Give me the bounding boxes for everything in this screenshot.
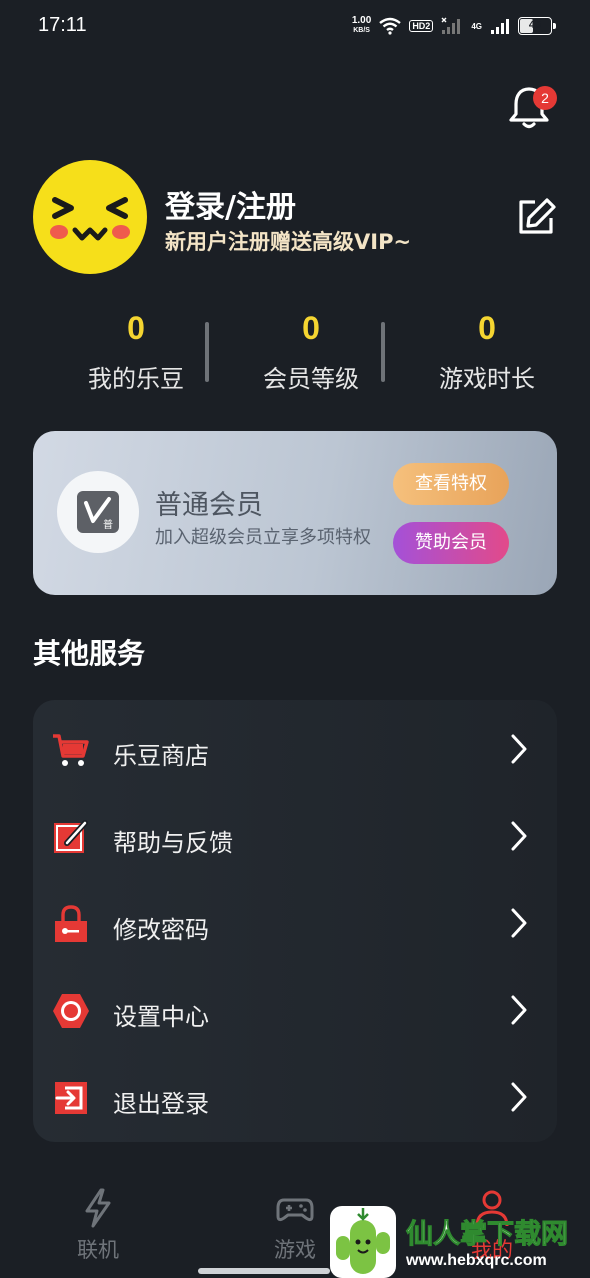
- cactus-logo-icon: [330, 1206, 396, 1278]
- signal-icon-sim2: [491, 19, 509, 34]
- stat-label: 我的乐豆: [88, 365, 184, 393]
- network-speed-unit: KB/S: [353, 27, 370, 34]
- services-menu: 乐豆商店 帮助与反馈 修改密码 设置中心 退出登录: [33, 700, 557, 1142]
- watermark-url: www.hebxqrc.com: [406, 1252, 547, 1269]
- chevron-right-icon: [511, 821, 527, 851]
- logout-icon: [55, 1082, 87, 1114]
- vip-level-subtitle: 加入超级会员立享多项特权: [155, 527, 371, 548]
- login-register-link[interactable]: 登录/注册: [165, 182, 296, 226]
- avatar-face-icon: [50, 197, 130, 241]
- feedback-edit-icon: [54, 820, 88, 853]
- avatar[interactable]: [33, 160, 147, 274]
- stat-value: 0: [302, 310, 320, 346]
- vip-level-title: 普通会员: [155, 490, 263, 521]
- chevron-right-icon: [511, 995, 527, 1025]
- hd-badge: HD2: [409, 20, 434, 32]
- battery-indicator: 45: [518, 17, 556, 35]
- network-speed-value: 1.00: [351, 15, 372, 26]
- sponsor-member-button[interactable]: 赞助会员: [393, 522, 509, 564]
- view-privileges-button[interactable]: 查看特权: [393, 463, 509, 505]
- stat-value: 0: [127, 310, 145, 346]
- edit-icon[interactable]: [515, 196, 557, 238]
- nav-tab-label: 联机: [77, 1238, 119, 1262]
- menu-item-logout[interactable]: 退出登录: [33, 1054, 557, 1140]
- menu-item-label: 设置中心: [113, 1003, 209, 1031]
- network-speed: 1.00 KB/S: [352, 16, 371, 36]
- lock-icon: [55, 905, 87, 942]
- lightning-icon: [85, 1188, 111, 1228]
- gamepad-icon: [276, 1198, 314, 1222]
- battery-percent: 45: [528, 19, 542, 31]
- section-title-other-services: 其他服务: [33, 637, 146, 670]
- wifi-icon: [379, 17, 402, 35]
- menu-item-change-password[interactable]: 修改密码: [33, 880, 557, 966]
- menu-item-label: 乐豆商店: [113, 742, 209, 770]
- vip-card: 普 普通会员 加入超级会员立享多项特权 查看特权 赞助会员: [33, 431, 557, 595]
- chevron-right-icon: [511, 908, 527, 938]
- cart-icon: [53, 734, 89, 766]
- menu-item-label: 修改密码: [113, 916, 209, 944]
- chevron-right-icon: [511, 1082, 527, 1112]
- notification-badge: 2: [533, 86, 557, 110]
- stat-divider: [205, 322, 209, 382]
- home-indicator[interactable]: [198, 1268, 330, 1274]
- menu-item-label: 帮助与反馈: [113, 829, 233, 857]
- menu-item-settings-center[interactable]: 设置中心: [33, 967, 557, 1053]
- status-bar: 17:11 1.00 KB/S HD2 4G 45: [0, 0, 590, 52]
- menu-item-ledou-store[interactable]: 乐豆商店: [33, 706, 557, 792]
- stat-ledou[interactable]: 0 我的乐豆: [51, 310, 221, 394]
- menu-item-label: 退出登录: [113, 1090, 209, 1118]
- chevron-right-icon: [511, 734, 527, 764]
- stat-label: 游戏时长: [439, 365, 535, 393]
- status-time: 17:11: [38, 14, 87, 36]
- watermark: 仙人掌下载网 www.hebxqrc.com: [330, 1206, 590, 1278]
- network-type-label: 4G: [471, 21, 482, 31]
- stat-divider: [381, 322, 385, 382]
- vip-badge-text: 普: [103, 518, 113, 531]
- stat-game-time[interactable]: 0 游戏时长: [402, 310, 572, 394]
- status-icons: 1.00 KB/S HD2 4G 45: [352, 14, 556, 38]
- settings-icon: [53, 994, 89, 1028]
- stat-member-level[interactable]: 0 会员等级: [226, 310, 396, 394]
- menu-item-help-feedback[interactable]: 帮助与反馈: [33, 793, 557, 879]
- watermark-text: 仙人掌下载网: [406, 1219, 569, 1251]
- signal-icon-sim1: [441, 17, 461, 34]
- stat-label: 会员等级: [263, 365, 359, 393]
- stat-value: 0: [478, 310, 496, 346]
- vip-logo: 普: [57, 471, 139, 553]
- vip-badge-icon: 普: [77, 491, 119, 533]
- nav-tab-multiplayer[interactable]: 联机: [48, 1188, 148, 1264]
- register-promo-text: 新用户注册赠送高级VIP~: [165, 230, 412, 254]
